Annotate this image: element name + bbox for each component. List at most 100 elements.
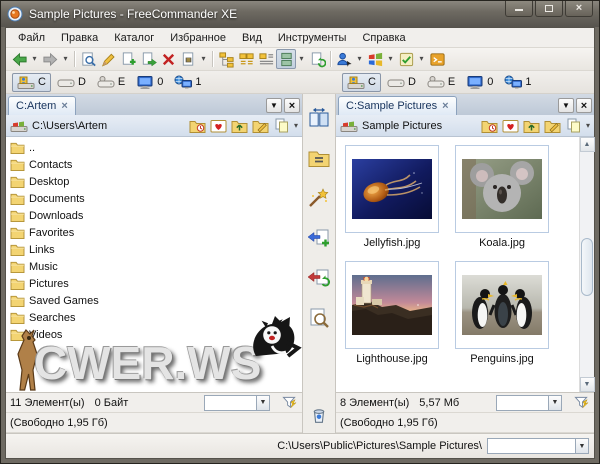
folder-row[interactable]: Favorites [8, 224, 302, 241]
menu-item-6[interactable]: Справка [354, 30, 413, 46]
split-layout-button[interactable] [276, 49, 296, 69]
copy-path-button[interactable] [565, 118, 583, 134]
drive-button-1[interactable]: 1 [169, 73, 206, 92]
drive-button-c[interactable]: C [12, 73, 51, 92]
scroll-down-button[interactable]: ▼ [580, 377, 595, 392]
recycle-bin-button[interactable] [306, 403, 332, 427]
drive-button-d[interactable]: D [52, 73, 91, 92]
drive-button-d[interactable]: D [382, 73, 421, 92]
file-list-button[interactable] [256, 49, 276, 69]
left-filter-combo[interactable]: ▼ [204, 395, 270, 411]
file-thumbnail[interactable]: Jellyfish.jpg [342, 145, 442, 249]
right-filter-combo[interactable]: ▼ [496, 395, 562, 411]
forward-button[interactable] [40, 49, 60, 69]
folder-row[interactable]: Videos [8, 326, 302, 343]
tab-close-icon[interactable]: × [61, 101, 67, 112]
delete-button[interactable] [158, 49, 178, 69]
file-thumbnail[interactable]: Koala.jpg [452, 145, 552, 249]
command-combo[interactable]: ▼ [487, 438, 589, 454]
folder-history-button[interactable] [481, 118, 499, 134]
vertical-scrollbar[interactable]: ▲ ▼ [579, 137, 594, 392]
forward-dropdown[interactable]: ▾ [60, 49, 71, 69]
tab-c-sample-pictures[interactable]: C:Sample Pictures × [338, 96, 457, 115]
drive-button-e[interactable]: E [422, 73, 460, 92]
maximize-button[interactable] [535, 1, 563, 17]
new-folder-button[interactable] [118, 49, 138, 69]
user-select-dropdown[interactable]: ▾ [354, 49, 365, 69]
title-bar[interactable]: Sample Pictures - FreeCommander XE × [1, 1, 599, 27]
folder-edit-button[interactable] [252, 118, 270, 134]
compare-folders-button[interactable] [306, 146, 332, 170]
left-file-list-area[interactable]: ..ContactsDesktopDocumentsDownloadsFavor… [6, 137, 302, 393]
right-filter-input[interactable] [496, 395, 548, 411]
file-thumbnail[interactable]: Lighthouse.jpg [342, 261, 442, 365]
menu-item-1[interactable]: Правка [53, 30, 106, 46]
menu-item-5[interactable]: Инструменты [270, 30, 355, 46]
dos-box-button[interactable] [427, 49, 447, 69]
split-layout-dropdown[interactable]: ▾ [296, 49, 307, 69]
folders-compare-button[interactable] [236, 49, 256, 69]
command-input[interactable] [487, 438, 575, 454]
tab-close-icon[interactable]: × [442, 101, 448, 112]
folder-tree-button[interactable] [216, 49, 236, 69]
preview-button[interactable] [306, 306, 332, 330]
pack-button[interactable] [178, 49, 198, 69]
tab-c-artem[interactable]: C:Artem × [8, 96, 76, 115]
chevron-down-icon[interactable]: ▼ [575, 438, 589, 454]
windows-tools-button[interactable] [365, 49, 385, 69]
left-filter-button[interactable] [280, 394, 298, 411]
edit-button[interactable] [98, 49, 118, 69]
folder-row[interactable]: Documents [8, 190, 302, 207]
wizard-button[interactable] [306, 186, 332, 210]
drive-button-0[interactable]: 0 [131, 73, 168, 92]
menu-item-0[interactable]: Файл [10, 30, 53, 46]
menu-item-2[interactable]: Каталог [106, 30, 162, 46]
folder-favorites-button[interactable] [210, 118, 228, 134]
close-button[interactable]: × [565, 1, 593, 17]
folder-row[interactable]: Pictures [8, 275, 302, 292]
copy-path-dropdown[interactable]: ▾ [586, 122, 590, 130]
drive-button-1[interactable]: 1 [499, 73, 536, 92]
menu-item-4[interactable]: Вид [234, 30, 270, 46]
left-pane-menu-button[interactable]: ▼ [266, 98, 282, 113]
notes-button[interactable] [396, 49, 416, 69]
left-filter-input[interactable] [204, 395, 256, 411]
minimize-button[interactable] [505, 1, 533, 17]
folder-row[interactable]: Links [8, 241, 302, 258]
scroll-thumb[interactable] [581, 238, 593, 296]
right-filter-button[interactable] [572, 394, 590, 411]
drive-button-0[interactable]: 0 [461, 73, 498, 92]
chevron-down-icon[interactable]: ▼ [548, 395, 562, 411]
move-to-left-button[interactable] [306, 266, 332, 290]
folder-row[interactable]: Downloads [8, 207, 302, 224]
right-path-text[interactable]: Sample Pictures [362, 120, 477, 132]
swap-panels-button[interactable] [306, 106, 332, 130]
folder-row[interactable]: Searches [8, 309, 302, 326]
folder-row[interactable]: Saved Games [8, 292, 302, 309]
user-select-button[interactable] [334, 49, 354, 69]
copy-to-left-button[interactable] [306, 226, 332, 250]
folder-up-button[interactable] [231, 118, 249, 134]
copy-path-dropdown[interactable]: ▾ [294, 122, 298, 130]
folder-row[interactable]: .. [8, 139, 302, 156]
copy-path-button[interactable] [273, 118, 291, 134]
pack-dropdown[interactable]: ▾ [198, 49, 209, 69]
folder-up-button[interactable] [523, 118, 541, 134]
back-button[interactable] [9, 49, 29, 69]
folder-favorites-button[interactable] [502, 118, 520, 134]
folder-edit-button[interactable] [544, 118, 562, 134]
menu-item-3[interactable]: Избранное [162, 30, 234, 46]
windows-tools-dropdown[interactable]: ▾ [385, 49, 396, 69]
refresh-button[interactable] [307, 49, 327, 69]
chevron-down-icon[interactable]: ▼ [256, 395, 270, 411]
copy-button[interactable] [138, 49, 158, 69]
notes-dropdown[interactable]: ▾ [416, 49, 427, 69]
folder-history-button[interactable] [189, 118, 207, 134]
drive-button-e[interactable]: E [92, 73, 130, 92]
left-path-text[interactable]: C:\Users\Artem [32, 120, 185, 132]
scroll-track[interactable] [580, 152, 595, 377]
right-pane-close-button[interactable]: × [576, 98, 592, 113]
scroll-up-button[interactable]: ▲ [580, 137, 595, 152]
folder-row[interactable]: Desktop [8, 173, 302, 190]
quick-view-button[interactable] [78, 49, 98, 69]
